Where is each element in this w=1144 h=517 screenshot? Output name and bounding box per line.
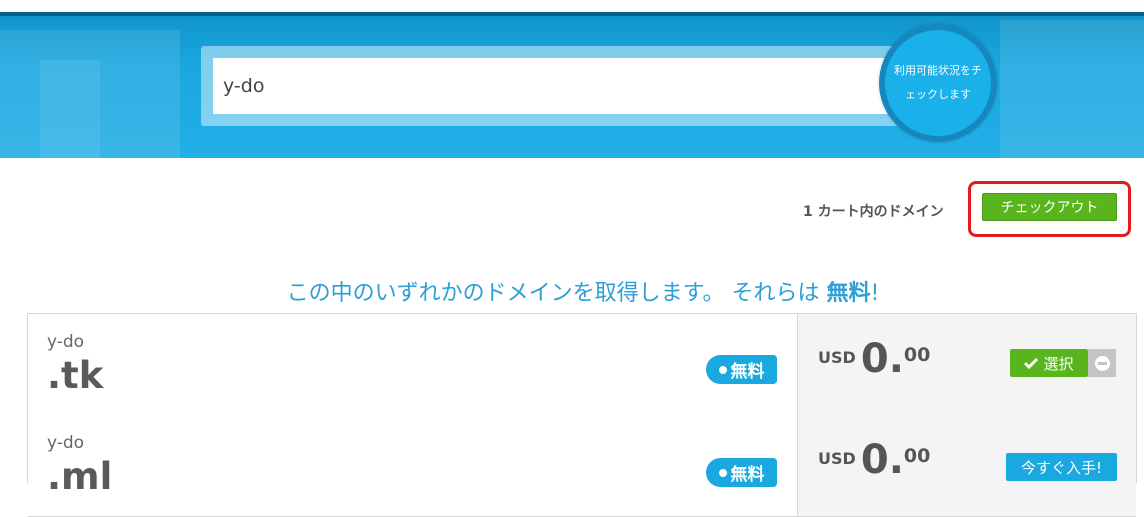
domain-sld: y-do [47, 332, 85, 352]
domain-sld: y-do [47, 433, 85, 453]
domain-row: y-do .ml 無料 USD 0.00 今すぐ入手! [28, 415, 1136, 517]
headline-emphasis: 無料 [826, 281, 871, 306]
dot-icon [718, 365, 727, 374]
free-badge-label: 無料 [730, 465, 765, 485]
banner-building-right [1000, 20, 1144, 158]
price-integer: 0. [860, 336, 904, 382]
domain-price-cell: USD 0.00 今すぐ入手! [798, 415, 1136, 516]
search-box [201, 46, 913, 126]
checkout-label: チェックアウト [1000, 200, 1099, 216]
domain-price: USD 0.00 [818, 437, 930, 483]
headline-suffix: ! [870, 281, 880, 306]
headline-prefix: この中のいずれかのドメインを取得します。 それらは [286, 281, 827, 306]
price-decimal: 00 [903, 344, 931, 366]
banner-strip [0, 12, 1144, 16]
free-domains-headline: この中のいずれかのドメインを取得します。 それらは 無料! [0, 275, 1144, 307]
domain-tld: .tk [47, 354, 104, 397]
domain-price-cell: USD 0.00 選択 [798, 314, 1136, 415]
domain-name-cell: y-do .tk 無料 [28, 314, 798, 415]
select-label: 選択 [1043, 354, 1074, 373]
top-bar [0, 0, 1144, 12]
get-it-now-button[interactable]: 今すぐ入手! [1006, 453, 1117, 481]
banner-building-window [40, 60, 100, 158]
price-integer: 0. [860, 437, 904, 483]
free-badge: 無料 [706, 355, 777, 384]
domain-search-input[interactable] [213, 58, 903, 114]
check-availability-button[interactable]: 利用可能状況をチェックします [879, 24, 997, 142]
free-badge: 無料 [706, 458, 777, 487]
check-availability-label: 利用可能状況をチェックします [894, 64, 982, 101]
remove-button[interactable] [1088, 349, 1116, 377]
minus-circle-icon [1094, 355, 1110, 371]
free-badge-label: 無料 [730, 362, 765, 382]
price-currency: USD [818, 348, 856, 367]
checkmark-icon [1024, 357, 1039, 369]
domain-list: y-do .tk 無料 USD 0.00 選択 y-do .ml 無料 USD … [27, 313, 1137, 517]
get-it-now-label: 今すぐ入手! [1020, 458, 1102, 477]
domain-price: USD 0.00 [818, 336, 930, 382]
domain-row: y-do .tk 無料 USD 0.00 選択 [28, 314, 1136, 416]
cart-summary: 1 カート内のドメイン [803, 204, 944, 220]
checkout-button[interactable]: チェックアウト [982, 193, 1117, 221]
price-decimal: 00 [903, 445, 931, 467]
domain-name-cell: y-do .ml 無料 [28, 415, 798, 516]
domain-tld: .ml [47, 455, 113, 498]
select-button[interactable]: 選択 [1010, 349, 1088, 377]
price-currency: USD [818, 449, 856, 468]
header-banner: 利用可能状況をチェックします [0, 0, 1144, 158]
